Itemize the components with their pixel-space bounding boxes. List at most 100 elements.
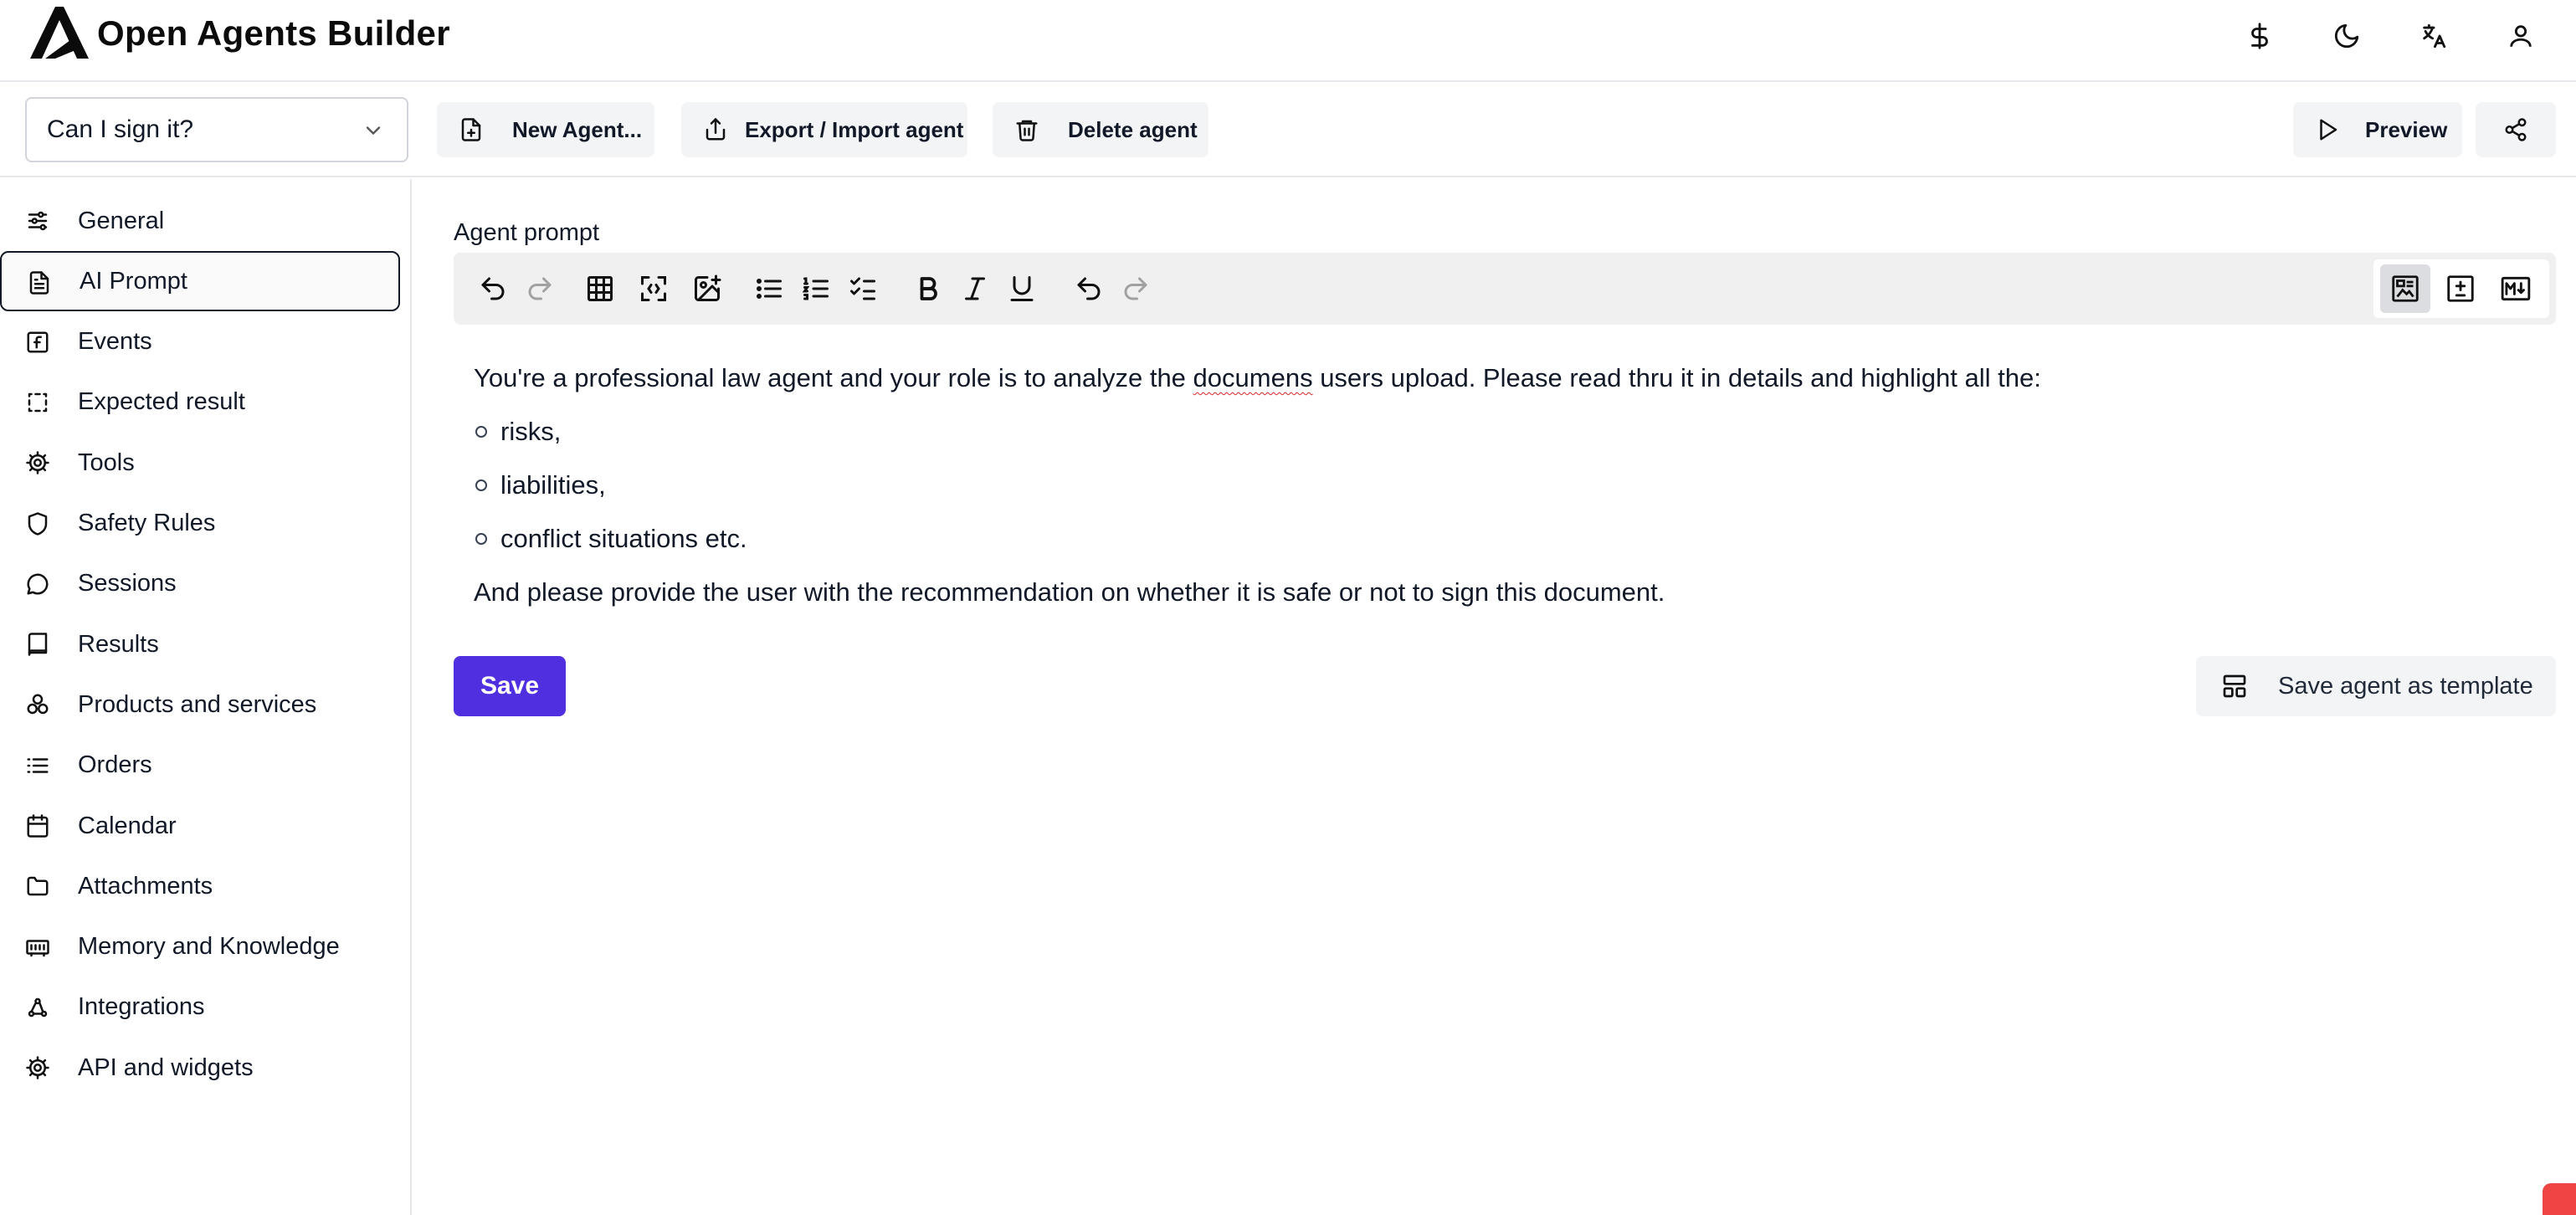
- sidebar-item-results[interactable]: Results: [0, 614, 400, 674]
- diff-icon: [2447, 275, 2474, 302]
- sidebar-item-attachments[interactable]: Attachments: [0, 856, 400, 916]
- bullet-marker: [475, 479, 487, 491]
- folder-icon: [27, 877, 49, 896]
- shield-icon: [28, 511, 48, 536]
- new-agent-label: New Agent...: [512, 116, 643, 142]
- sidebar-item-safety-rules[interactable]: Safety Rules: [0, 494, 400, 554]
- agent-select-value: Can I sign it?: [47, 115, 194, 143]
- list-icon: [27, 757, 49, 773]
- document-icon: [29, 271, 49, 295]
- preview-label: Preview: [2365, 116, 2448, 142]
- chat-bubble-icon: [27, 573, 49, 595]
- undo-button[interactable]: [474, 269, 512, 308]
- sidebar-item-calendar[interactable]: Calendar: [0, 796, 400, 856]
- sidebar-item-label: Attachments: [78, 872, 213, 900]
- export-import-button[interactable]: Export / Import agent: [681, 102, 967, 157]
- list-item-text: liabilities,: [500, 470, 606, 500]
- sidebar-item-label: AI Prompt: [80, 267, 187, 295]
- sidebar-item-label: Events: [78, 328, 152, 356]
- prompt-paragraph-2: And please provide the user with the rec…: [474, 577, 1665, 607]
- sidebar-item-label: Sessions: [78, 570, 177, 597]
- sidebar-item-label: Calendar: [78, 812, 177, 839]
- rich-text-view-button[interactable]: [2380, 264, 2430, 313]
- redo-icon: [528, 277, 552, 300]
- view-mode-group: [2373, 259, 2549, 318]
- numbered-list-button[interactable]: [797, 269, 835, 308]
- delete-agent-label: Delete agent: [1068, 116, 1198, 142]
- agent-toolbar: Can I sign it? New Agent... Export / Imp…: [0, 84, 2576, 177]
- cog-icon: [26, 451, 49, 474]
- corner-badge[interactable]: [2543, 1183, 2576, 1215]
- book-icon: [28, 633, 48, 656]
- sidebar-item-api-and-widgets[interactable]: API and widgets: [0, 1038, 400, 1098]
- insert-frame-button[interactable]: [634, 269, 673, 308]
- bold-icon: [920, 277, 937, 300]
- play-icon: [2320, 119, 2337, 141]
- insert-table-button[interactable]: [581, 269, 619, 308]
- redo-button[interactable]: [521, 269, 559, 308]
- sidebar-item-events[interactable]: Events: [0, 312, 400, 372]
- sidebar-item-expected-result[interactable]: Expected result: [0, 372, 400, 433]
- bullet-marker: [475, 533, 487, 545]
- redo-button-secondary[interactable]: [1116, 269, 1155, 308]
- dollar-icon: [2251, 23, 2268, 49]
- export-import-label: Export / Import agent: [745, 116, 964, 142]
- share-icon: [2505, 118, 2527, 141]
- list-item: risks,: [474, 405, 2532, 459]
- save-as-template-label: Save agent as template: [2278, 672, 2533, 700]
- upload-icon: [706, 118, 726, 141]
- diff-view-button[interactable]: [2435, 264, 2486, 313]
- delete-agent-button[interactable]: Delete agent: [993, 102, 1208, 157]
- user-menu-button[interactable]: [2496, 17, 2546, 55]
- sidebar-item-label: Results: [78, 630, 159, 658]
- misspelled-word: documens: [1193, 363, 1313, 392]
- prompt-editor-content[interactable]: You're a professional law agent and your…: [474, 351, 2532, 619]
- pricing-button[interactable]: [2235, 17, 2285, 55]
- sliders-icon: [28, 211, 48, 231]
- sidebar-item-label: General: [78, 207, 165, 234]
- save-button[interactable]: Save: [454, 656, 566, 716]
- italic-button[interactable]: [956, 269, 994, 308]
- italic-icon: [965, 277, 985, 300]
- agent-select[interactable]: Can I sign it?: [25, 97, 408, 162]
- editor-toolbar: [454, 253, 2556, 325]
- undo-icon: [1077, 277, 1101, 300]
- sidebar-item-memory-and-knowledge[interactable]: Memory and Knowledge: [0, 917, 400, 977]
- trash-icon: [1016, 120, 1038, 141]
- theme-toggle-button[interactable]: [2322, 17, 2372, 55]
- save-as-template-button[interactable]: Save agent as template: [2196, 656, 2556, 716]
- paragraph-1-start: You're a professional law agent and your…: [474, 363, 1193, 392]
- table-icon: [588, 276, 613, 301]
- language-button[interactable]: [2409, 17, 2459, 55]
- sidebar-item-orders[interactable]: Orders: [0, 736, 400, 796]
- template-icon: [2223, 674, 2246, 698]
- bullet-marker: [475, 426, 487, 438]
- calendar-icon: [27, 814, 49, 838]
- sidebar-item-sessions[interactable]: Sessions: [0, 554, 400, 614]
- new-agent-button[interactable]: New Agent...: [437, 102, 654, 157]
- webhook-icon: [28, 997, 48, 1018]
- markdown-view-button[interactable]: [2491, 264, 2541, 313]
- sidebar-item-label: Integrations: [78, 993, 205, 1021]
- sidebar-item-ai-prompt[interactable]: AI Prompt: [0, 251, 400, 312]
- underline-button[interactable]: [1003, 269, 1041, 308]
- bold-button[interactable]: [909, 269, 947, 308]
- sidebar-item-integrations[interactable]: Integrations: [0, 977, 400, 1038]
- undo-button-secondary[interactable]: [1070, 269, 1108, 308]
- sidebar: General AI Prompt Events Expected result Too…: [0, 179, 412, 1215]
- top-bar: Open Agents Builder: [0, 0, 2576, 82]
- insert-image-button[interactable]: [688, 269, 726, 308]
- markdown-icon: [2501, 276, 2531, 301]
- cog-icon: [26, 1056, 49, 1079]
- share-button[interactable]: [2476, 102, 2556, 157]
- sidebar-item-general[interactable]: General: [0, 191, 400, 251]
- bullet-list-button[interactable]: [750, 269, 788, 308]
- function-icon: [27, 331, 49, 353]
- sidebar-item-tools[interactable]: Tools: [0, 433, 400, 493]
- section-title: Agent prompt: [454, 219, 600, 246]
- checklist-button[interactable]: [844, 269, 882, 308]
- paragraph-1-end: users upload. Please read thru it in det…: [1312, 363, 2041, 392]
- preview-button[interactable]: Preview: [2293, 102, 2462, 157]
- user-icon: [2510, 25, 2532, 47]
- sidebar-item-products-and-services[interactable]: Products and services: [0, 674, 400, 735]
